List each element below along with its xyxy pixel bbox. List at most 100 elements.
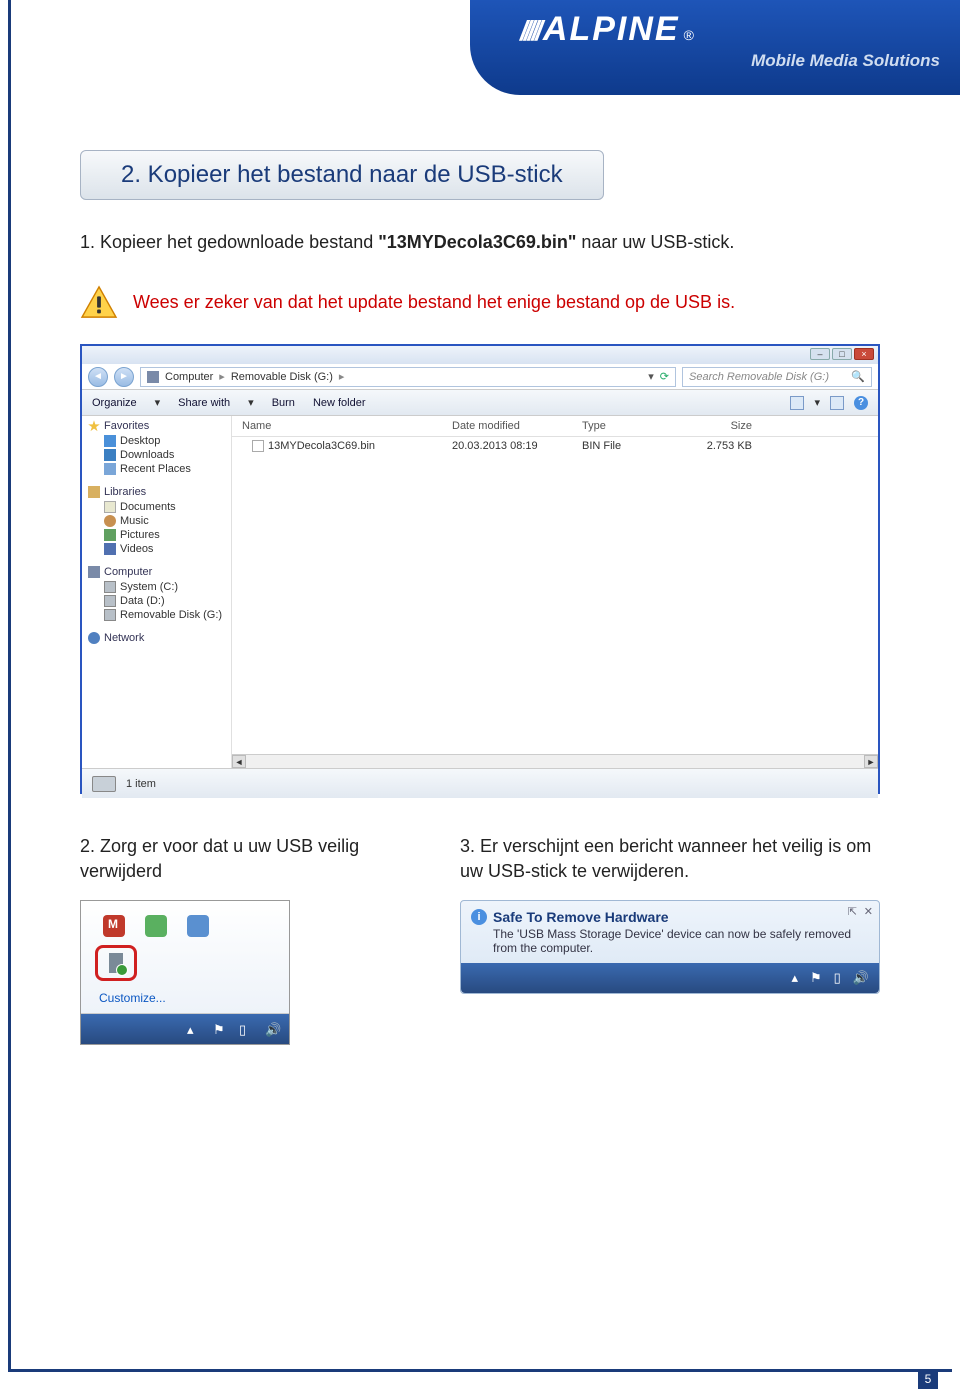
drive-icon — [104, 581, 116, 593]
tree-libraries[interactable]: Libraries — [104, 486, 146, 498]
page-number: 5 — [918, 1369, 938, 1389]
col-date[interactable]: Date modified — [452, 420, 582, 432]
warning-row: Wees er zeker van dat het update bestand… — [80, 285, 880, 319]
search-input[interactable]: Search Removable Disk (G:) 🔍 — [682, 367, 872, 387]
flag-icon[interactable]: ⚑ — [810, 970, 822, 986]
close-button[interactable]: × — [854, 348, 874, 360]
nav-forward-button[interactable]: ► — [114, 367, 134, 387]
usb-eject-highlight — [95, 945, 137, 981]
taskbar-tray: ▴ ⚑ ▯ 🔊 — [81, 1014, 289, 1044]
search-placeholder: Search Removable Disk (G:) — [689, 371, 829, 383]
explorer-screenshot: – □ × ◄ ► Computer ▸ Removable Disk (G:)… — [80, 344, 880, 794]
network-icon[interactable]: ▯ — [834, 970, 841, 986]
section-title: 2. Kopieer het bestand naar de USB-stick — [80, 150, 604, 200]
chevron-up-icon[interactable]: ▴ — [791, 970, 798, 986]
status-bar: 1 item — [82, 768, 878, 798]
refresh-icon[interactable]: ⟳ — [660, 370, 669, 383]
system-tray-icon[interactable] — [187, 915, 209, 937]
file-icon — [252, 440, 264, 452]
step-3-text: 3. Er verschijnt een bericht wanneer het… — [460, 834, 880, 884]
minimize-button[interactable]: – — [810, 348, 830, 360]
drive-icon — [104, 595, 116, 607]
navigation-tree: Favorites Desktop Downloads Recent Place… — [82, 416, 232, 768]
breadcrumb[interactable]: Computer ▸ Removable Disk (G:) ▸ ▾ ⟳ — [140, 367, 676, 387]
step1-filename: "13MYDecola3C69.bin" — [378, 232, 576, 252]
brand-banner: ///// ALPINE ® Mobile Media Solutions — [470, 0, 960, 95]
tree-videos[interactable]: Videos — [120, 543, 153, 555]
address-bar-row: ◄ ► Computer ▸ Removable Disk (G:) ▸ ▾ ⟳… — [82, 364, 878, 390]
burn-button[interactable]: Burn — [272, 397, 295, 409]
tree-data-d[interactable]: Data (D:) — [120, 595, 165, 607]
tree-removable-g[interactable]: Removable Disk (G:) — [120, 609, 222, 621]
chevron-up-icon[interactable]: ▴ — [187, 1022, 201, 1036]
network-icon[interactable]: ▯ — [239, 1022, 253, 1036]
pin-icon[interactable]: ⇱ — [848, 905, 857, 918]
tray-icons-row — [95, 915, 275, 937]
tree-desktop[interactable]: Desktop — [120, 435, 160, 447]
step-2-text: 2. Zorg er voor dat u uw USB veilig verw… — [80, 834, 420, 884]
scroll-right-button[interactable]: ► — [864, 755, 878, 768]
info-icon: i — [471, 909, 487, 925]
libraries-icon — [88, 486, 100, 498]
chevron-down-icon: ▾ — [814, 396, 820, 409]
chevron-down-icon: ▾ — [248, 396, 254, 409]
tray-screenshot: Customize... ▴ ⚑ ▯ 🔊 — [80, 900, 290, 1045]
antivirus-icon[interactable] — [103, 915, 125, 937]
volume-icon[interactable]: 🔊 — [853, 970, 869, 986]
col-size[interactable]: Size — [682, 420, 762, 432]
search-icon: 🔍 — [851, 370, 865, 383]
balloon-notification: ⇱ ✕ i Safe To Remove Hardware The 'USB M… — [460, 900, 880, 994]
alpine-slashes-icon: ///// — [520, 15, 539, 47]
share-button[interactable]: Share with — [178, 397, 230, 409]
music-icon — [104, 515, 116, 527]
scroll-left-button[interactable]: ◄ — [232, 755, 246, 768]
page-border-bottom — [8, 1369, 952, 1372]
usb-eject-icon[interactable] — [109, 953, 123, 973]
tree-downloads[interactable]: Downloads — [120, 449, 174, 461]
system-tray-icon[interactable] — [145, 915, 167, 937]
downloads-icon — [104, 449, 116, 461]
preview-pane-icon[interactable] — [830, 396, 844, 410]
alpine-logo: ///// ALPINE ® — [520, 10, 940, 49]
volume-icon[interactable]: 🔊 — [265, 1022, 279, 1036]
col-name[interactable]: Name — [232, 420, 452, 432]
help-icon[interactable]: ? — [854, 396, 868, 410]
desktop-icon — [104, 435, 116, 447]
tree-music[interactable]: Music — [120, 515, 149, 527]
documents-icon — [104, 501, 116, 513]
close-icon[interactable]: ✕ — [864, 905, 873, 918]
step-1-text: 1. Kopieer het gedownloade bestand "13MY… — [80, 230, 880, 255]
breadcrumb-folder: Removable Disk (G:) — [231, 371, 333, 383]
horizontal-scrollbar[interactable]: ◄ ► — [232, 754, 878, 768]
new-folder-button[interactable]: New folder — [313, 397, 366, 409]
tree-computer[interactable]: Computer — [104, 566, 152, 578]
tree-recent[interactable]: Recent Places — [120, 463, 191, 475]
balloon-body: The 'USB Mass Storage Device' device can… — [493, 927, 869, 955]
organize-button[interactable]: Organize — [92, 397, 137, 409]
tree-pictures[interactable]: Pictures — [120, 529, 160, 541]
drive-icon — [92, 776, 116, 792]
maximize-button[interactable]: □ — [832, 348, 852, 360]
tree-system-c[interactable]: System (C:) — [120, 581, 178, 593]
tree-favorites[interactable]: Favorites — [104, 420, 149, 432]
warning-icon — [80, 285, 118, 319]
chevron-down-icon[interactable]: ▾ — [648, 370, 654, 383]
tree-documents[interactable]: Documents — [120, 501, 176, 513]
step1-suffix: naar uw USB-stick. — [576, 232, 734, 252]
file-list: Name Date modified Type Size 13MYDecola3… — [232, 416, 878, 768]
customize-link[interactable]: Customize... — [95, 987, 275, 1007]
warning-text: Wees er zeker van dat het update bestand… — [133, 292, 735, 313]
chevron-right-icon: ▸ — [219, 370, 225, 383]
view-options-icon[interactable] — [790, 396, 804, 410]
flag-icon[interactable]: ⚑ — [213, 1022, 227, 1036]
nav-back-button[interactable]: ◄ — [88, 367, 108, 387]
explorer-toolbar: Organize▾ Share with▾ Burn New folder ▾ … — [82, 390, 878, 416]
alpine-tagline: Mobile Media Solutions — [520, 51, 940, 71]
file-row[interactable]: 13MYDecola3C69.bin 20.03.2013 08:19 BIN … — [232, 437, 878, 455]
computer-icon — [88, 566, 100, 578]
col-type[interactable]: Type — [582, 420, 682, 432]
tree-network[interactable]: Network — [104, 632, 144, 644]
pictures-icon — [104, 529, 116, 541]
breadcrumb-root: Computer — [165, 371, 213, 383]
favorites-icon — [88, 420, 100, 432]
